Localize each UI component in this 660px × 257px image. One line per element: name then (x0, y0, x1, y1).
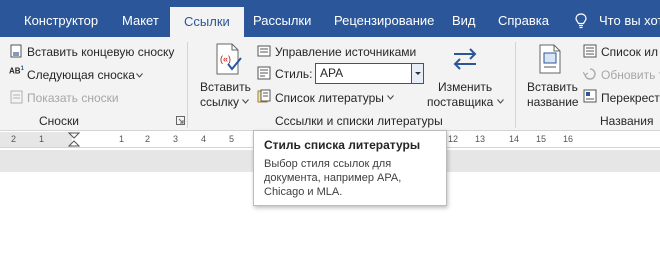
insert-caption-button[interactable]: Вставить (527, 80, 578, 94)
style-icon (257, 66, 271, 80)
manage-sources-icon (257, 45, 271, 57)
tell-me-search[interactable]: Что вы хот (599, 0, 660, 37)
footnotes-group-label: Сноски (39, 114, 79, 128)
chevron-down-icon (242, 99, 249, 104)
citations-group-label: Сссылки и списки литературы (275, 114, 443, 128)
chevron-down-icon (387, 95, 394, 100)
tab-view[interactable]: Вид (452, 0, 476, 37)
tab-mailings[interactable]: Рассылки (253, 0, 311, 37)
dialog-launcher-icon[interactable] (176, 116, 185, 125)
insert-citation-icon: («) (216, 43, 242, 75)
group-separator (187, 42, 188, 128)
chevron-down-icon (136, 73, 143, 78)
show-notes-icon (10, 90, 23, 104)
svg-text:(«): («) (220, 54, 231, 64)
ruler-number: 15 (536, 134, 547, 144)
change-provider-button[interactable]: Изменить (438, 80, 492, 94)
insert-endnote-button[interactable]: Вставить концевую сноску (27, 45, 174, 59)
insert-caption-label-2: название (527, 95, 579, 109)
style-tooltip: Стиль списка литературы Выбор стиля ссыл… (253, 130, 447, 206)
insert-table-of-figures-button[interactable]: Список ил (601, 45, 658, 59)
lightbulb-icon (575, 13, 587, 29)
tab-design[interactable]: Конструктор (24, 0, 98, 37)
update-table-button[interactable]: Обновить т (601, 68, 660, 82)
ruler-number: 12 (448, 134, 459, 144)
tooltip-body: Выбор стиля ссылок для документа, наприм… (264, 158, 402, 198)
insert-citation-label-2: ссылку (200, 95, 240, 109)
chevron-down-icon (497, 99, 504, 104)
ruler-number: 2 (11, 134, 17, 144)
dropdown-arrow-icon[interactable] (411, 64, 423, 83)
style-label: Стиль: (275, 67, 313, 81)
cross-reference-icon (583, 89, 597, 103)
group-separator (515, 42, 516, 128)
ruler-number: 1 (119, 134, 125, 144)
insert-citation-button[interactable]: Вставить (200, 80, 251, 94)
ruler-number: 4 (201, 134, 207, 144)
next-footnote-button[interactable]: Следующая сноска (27, 68, 135, 82)
update-table-icon (583, 68, 596, 80)
ruler-number: 3 (173, 134, 179, 144)
list-of-figures-icon (583, 44, 597, 58)
bibliography-icon (257, 89, 271, 103)
citation-style-dropdown[interactable]: APA (315, 63, 424, 84)
ruler-number: 5 (229, 134, 235, 144)
indent-marker-icon[interactable] (68, 132, 80, 148)
bibliography-button[interactable]: Список литературы (275, 91, 384, 105)
ruler-number: 14 (509, 134, 520, 144)
ribbon-tab-bar: Конструктор Макет Ссылки Рассылки Реценз… (0, 0, 660, 37)
citation-style-value: APA (320, 66, 344, 80)
insert-endnote-icon (10, 44, 22, 58)
tab-review[interactable]: Рецензирование (334, 0, 434, 37)
manage-sources-button[interactable]: Управление источниками (275, 45, 416, 59)
cross-reference-button[interactable]: Перекрест (601, 91, 660, 105)
ruler-number: 1 (39, 134, 45, 144)
tab-references[interactable]: Ссылки (170, 7, 244, 37)
change-provider-icon (453, 48, 477, 70)
ruler-number: 2 (145, 134, 151, 144)
change-provider-label-2: поставщика (427, 95, 494, 109)
show-notes-button[interactable]: Показать сноски (27, 91, 119, 105)
tooltip-title: Стиль списка литературы (264, 138, 421, 152)
insert-caption-icon (539, 44, 561, 74)
captions-group-label: Названия (600, 114, 654, 128)
tab-layout[interactable]: Макет (122, 0, 159, 37)
ruler-number: 13 (475, 134, 486, 144)
next-footnote-icon: AB1 (9, 66, 24, 76)
tab-help[interactable]: Справка (498, 0, 549, 37)
ruler-number: 16 (563, 134, 574, 144)
